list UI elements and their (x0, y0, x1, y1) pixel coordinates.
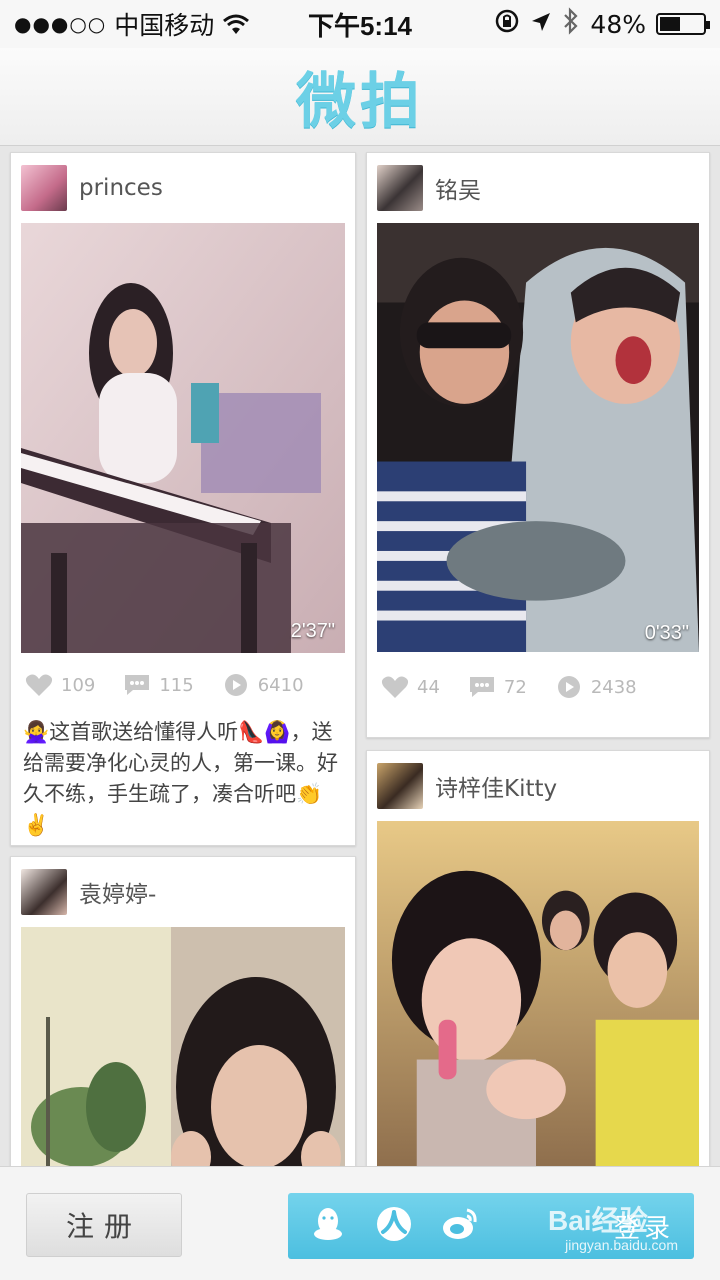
like-stat[interactable]: 44 (381, 675, 440, 699)
post-stats: 109 115 6410 (11, 653, 355, 717)
post-card[interactable]: princes (10, 152, 356, 846)
app-header: 微拍 (0, 48, 720, 146)
weibo-login-button[interactable] (440, 1204, 480, 1248)
play-stat: 2438 (555, 675, 637, 699)
post-header[interactable]: 诗梓佳Kitty (367, 751, 709, 821)
status-left: ●●●○○ 中国移动 (14, 6, 274, 42)
battery-fill (660, 17, 681, 31)
location-icon (530, 10, 552, 39)
video-thumbnail[interactable] (377, 821, 699, 1166)
status-right: 48% (446, 7, 710, 41)
video-thumbnail-image (21, 927, 345, 1166)
comment-icon (125, 675, 150, 695)
like-count: 44 (417, 676, 440, 698)
post-username[interactable]: 诗梓佳Kitty (435, 769, 557, 803)
weibo-icon (443, 1208, 477, 1239)
post-header[interactable]: 袁婷婷- (11, 857, 355, 927)
comment-count: 72 (503, 676, 527, 698)
post-card[interactable]: 袁婷婷- (10, 856, 356, 1166)
post-card[interactable]: 铭吴 0'33" 44 72 2438 (366, 152, 710, 738)
play-count: 2438 (590, 676, 637, 698)
user-avatar[interactable] (21, 165, 67, 211)
user-avatar[interactable] (377, 165, 423, 211)
play-count: 6410 (257, 674, 304, 696)
status-bar: ●●●○○ 中国移动 下午5:14 48% (0, 0, 720, 48)
video-thumbnail[interactable]: 0'33" (377, 223, 699, 655)
play-icon (557, 676, 580, 698)
play-stat: 6410 (222, 673, 304, 697)
video-feed[interactable]: princes (0, 146, 720, 1166)
post-username[interactable]: 袁婷婷- (79, 875, 156, 909)
post-username[interactable]: 铭吴 (435, 171, 481, 205)
bottom-bar: 注册 登录 jingyan.baidu.com Bai经验 (0, 1166, 720, 1280)
comment-stat[interactable]: 72 (468, 675, 527, 699)
like-count: 109 (61, 674, 96, 696)
video-thumbnail-image (377, 223, 699, 653)
screen: ●●●○○ 中国移动 下午5:14 48% 微拍 princes 2'37" 1… (0, 0, 720, 1280)
video-duration: 0'33" (644, 622, 689, 644)
carrier-name: 中国移动 (114, 11, 215, 40)
rotation-lock-icon (494, 8, 520, 40)
video-thumbnail[interactable]: 2'37" (21, 223, 345, 653)
post-stats: 44 72 2438 (367, 655, 709, 719)
renren-login-button[interactable] (374, 1204, 414, 1248)
play-icon (224, 674, 247, 696)
watermark-brand: Bai经验 (548, 1205, 648, 1236)
video-thumbnail-image (377, 821, 699, 1166)
post-caption: 🙅‍♀️这首歌送给懂得人听👠🙆‍♀️，送给需要净化心灵的人，第一课。好久不练，手… (23, 720, 338, 837)
wifi-icon (222, 13, 250, 35)
video-duration: 2'37" (290, 620, 335, 642)
register-button[interactable]: 注册 (26, 1193, 182, 1257)
post-username[interactable]: princes (79, 175, 163, 201)
battery-percent: 48% (590, 9, 646, 39)
renren-icon (377, 1207, 411, 1241)
post-header[interactable]: princes (11, 153, 355, 223)
video-thumbnail[interactable] (21, 927, 345, 1166)
comment-count: 115 (159, 674, 194, 696)
video-thumbnail-image (21, 223, 345, 653)
heart-icon (25, 674, 53, 696)
bluetooth-icon (562, 7, 580, 41)
post-header[interactable]: 铭吴 (367, 153, 709, 223)
comment-stat[interactable]: 115 (123, 673, 194, 697)
post-card[interactable]: 诗梓佳Kitty (366, 750, 710, 1166)
status-time: 下午5:14 (307, 10, 413, 41)
qq-login-button[interactable] (308, 1204, 348, 1248)
app-logo: 微拍 (296, 67, 424, 137)
watermark-url: jingyan.baidu.com (565, 1237, 678, 1253)
signal-strength: ●●●○○ (14, 12, 107, 36)
user-avatar[interactable] (377, 763, 423, 809)
like-stat[interactable]: 109 (25, 673, 95, 697)
battery-icon (656, 13, 710, 35)
comment-icon (469, 677, 494, 697)
heart-icon (381, 676, 409, 698)
qq-icon (314, 1208, 342, 1240)
user-avatar[interactable] (21, 869, 67, 915)
